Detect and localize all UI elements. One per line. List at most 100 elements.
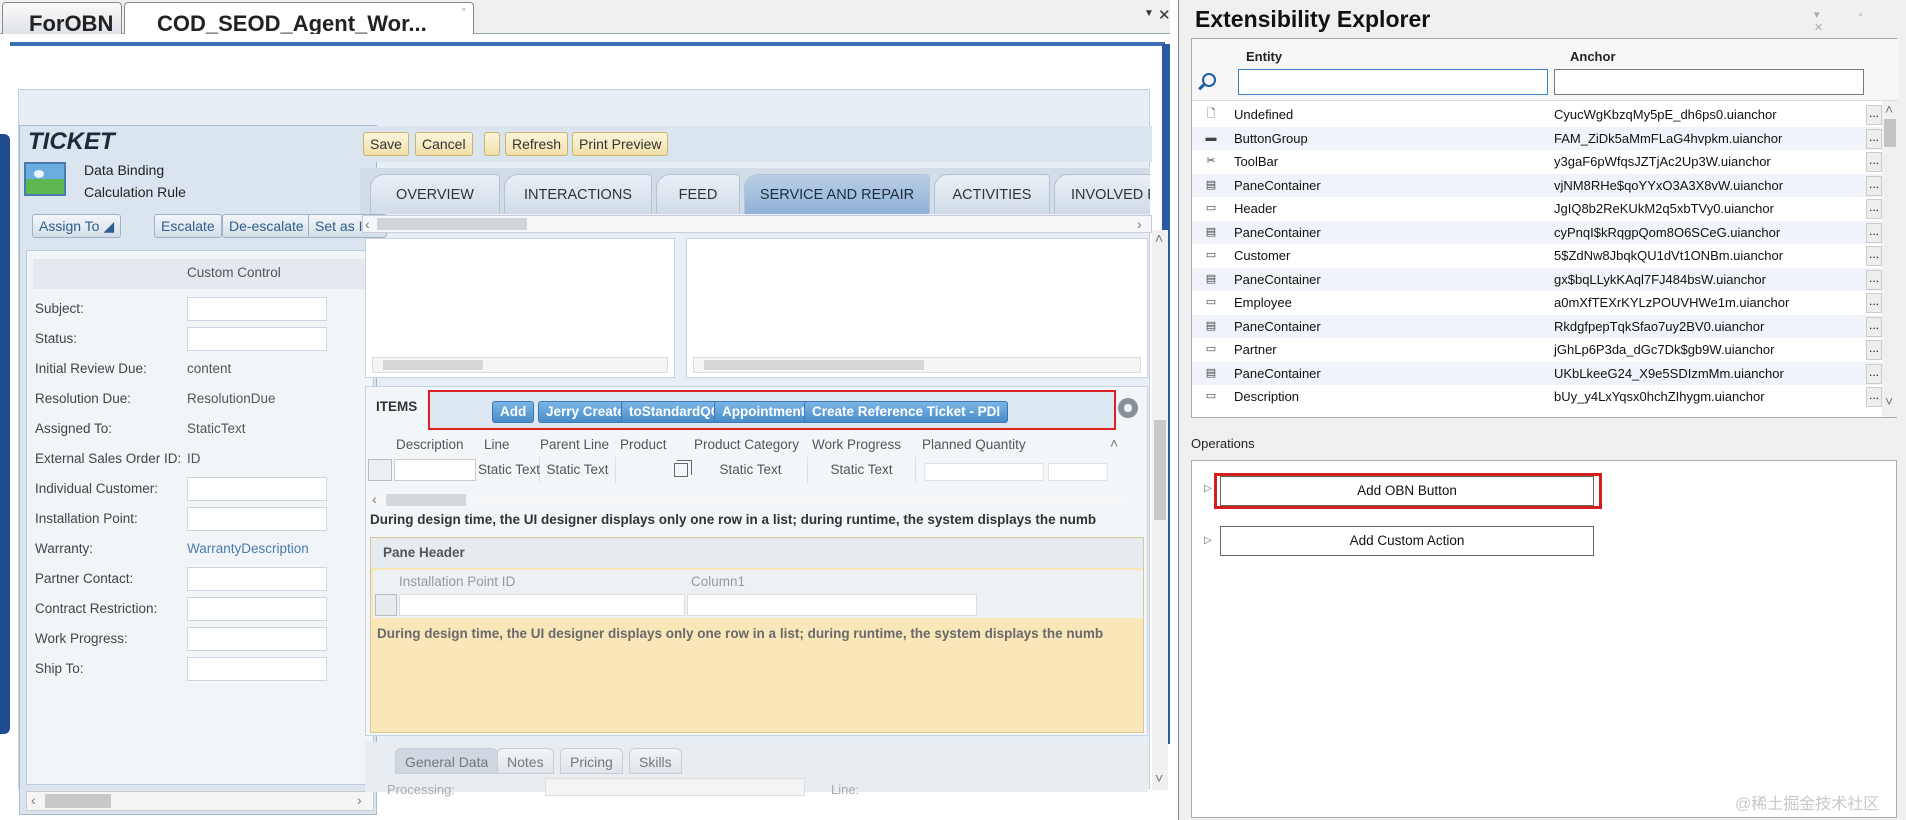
row-selector[interactable] — [368, 459, 392, 481]
to-standard-qc-button[interactable]: toStandardQC — [621, 401, 729, 423]
entity-row[interactable]: ▭ Employee a0mXfTEXrKYLzPOUVHWe1m.uianchor… — [1192, 291, 1882, 315]
tab-notes[interactable]: Notes — [497, 748, 554, 774]
scroll-down-icon[interactable]: ˅ — [1885, 393, 1893, 409]
scroll-thumb[interactable] — [383, 360, 483, 370]
entity-row[interactable]: ▤ PaneContainer RkdgfpepTqkSfao7uy2BV0.uia… — [1192, 314, 1882, 338]
entity-row[interactable]: ▤ PaneContainer UKbLkeeG24_X9e5SDIzmMm.uia… — [1192, 361, 1882, 385]
entity-row[interactable]: ▭ Partner jGhLp6P3da_dGc7Dk$gb9W.uianchor.… — [1192, 338, 1882, 362]
column-header-installation-point-id[interactable]: Installation Point ID — [399, 574, 515, 589]
planned-quantity-input[interactable] — [924, 463, 1044, 481]
facet-horizontal-scrollbar[interactable]: ‹ › — [362, 215, 1152, 233]
copy-icon[interactable] — [674, 460, 692, 477]
more-button[interactable]: ... — [1866, 363, 1882, 384]
entity-filter-input[interactable] — [1238, 69, 1548, 95]
column-header-product-category[interactable]: Product Category — [694, 437, 799, 452]
tab-cod-seod-agent[interactable]: COD_SEOD_Agent_Wor... — [124, 2, 474, 34]
more-button[interactable]: ... — [1866, 293, 1882, 313]
field-input[interactable] — [187, 327, 327, 351]
tab-general-data[interactable]: General Data — [395, 748, 499, 774]
add-obn-button[interactable]: Add OBN Button — [1220, 476, 1594, 506]
column-header-column1[interactable]: Column1 — [691, 574, 745, 589]
tab-close-icon[interactable]: ✕ — [1158, 6, 1171, 24]
horizontal-scrollbar[interactable]: ‹ › — [26, 791, 374, 811]
add-button[interactable]: Add — [492, 401, 535, 423]
scroll-thumb[interactable] — [1884, 119, 1896, 147]
tab-dropdown-icon[interactable]: ▼ — [1144, 8, 1154, 19]
gear-icon[interactable] — [1118, 398, 1138, 418]
cancel-button[interactable]: Cancel — [415, 132, 473, 156]
tab-pricing[interactable]: Pricing — [560, 748, 623, 774]
entity-row[interactable]: ▬ ButtonGroup FAM_ZiDk5aMmFLaG4hvpkm.uianc… — [1192, 126, 1882, 150]
field-input[interactable] — [187, 597, 327, 621]
field-input[interactable] — [187, 627, 327, 651]
tab-service-and-repair[interactable]: SERVICE AND REPAIR — [744, 174, 930, 214]
more-button[interactable]: ... — [1866, 316, 1882, 337]
scroll-up-icon[interactable]: ˄ — [1155, 230, 1163, 246]
field-input[interactable] — [187, 567, 327, 591]
field-input[interactable] — [187, 477, 327, 501]
save-button[interactable]: Save — [363, 132, 409, 156]
tab-involved-parties[interactable]: INVOLVED P — [1054, 174, 1150, 214]
field-input[interactable] — [187, 297, 327, 321]
processing-dropdown[interactable] — [545, 778, 805, 796]
entity-row[interactable]: ▤ PaneContainer vjNM8RHe$qoYYxO3A3X8vW.uia… — [1192, 173, 1882, 197]
scroll-right-icon[interactable]: › — [357, 792, 362, 808]
column-header-entity[interactable]: Entity — [1246, 49, 1282, 64]
more-button[interactable]: ... — [1866, 340, 1882, 360]
tab-activities[interactable]: ACTIVITIES — [934, 174, 1050, 214]
scroll-left-icon[interactable]: ‹ — [372, 491, 377, 507]
tab-skills[interactable]: Skills — [629, 748, 682, 774]
scroll-thumb[interactable] — [45, 794, 111, 808]
extra-column-input[interactable] — [1048, 463, 1108, 481]
column-header-parent-line[interactable]: Parent Line — [540, 437, 609, 452]
vertical-scrollbar[interactable]: ˄ ˅ — [1152, 230, 1168, 790]
scroll-left-icon[interactable]: ‹ — [31, 792, 36, 808]
entity-row[interactable]: 🗋 Undefined CyucWgKbzqMy5pE_dh6ps0.uiancho… — [1192, 103, 1882, 127]
entity-row[interactable]: ▤ PaneContainer gx$bqLLykKAql7FJ484bsW.uia… — [1192, 267, 1882, 291]
scroll-thumb[interactable] — [386, 494, 466, 506]
scroll-up-icon[interactable]: ˄ — [1885, 101, 1893, 117]
anchor-filter-input[interactable] — [1554, 69, 1864, 95]
pane-scrollbar[interactable] — [372, 357, 668, 373]
column-header-work-progress[interactable]: Work Progress — [812, 437, 901, 452]
scroll-left-icon[interactable]: ‹ — [365, 216, 370, 232]
more-button[interactable]: ... — [1866, 199, 1882, 219]
search-icon[interactable] — [1202, 73, 1216, 87]
expand-triangle-icon[interactable]: ▷ — [1204, 535, 1212, 546]
entity-row[interactable]: ▭ Header JgIQ8b2ReKUkM2q5xbTVy0.uianchor..… — [1192, 197, 1882, 221]
description-input[interactable] — [394, 459, 476, 481]
entity-row[interactable]: ▤ PaneContainer cyPnqI$kRqgpQom8O6SCeG.uia… — [1192, 220, 1882, 244]
scroll-thumb[interactable] — [377, 218, 527, 230]
scroll-thumb[interactable] — [1154, 420, 1166, 520]
more-button[interactable]: ... — [1866, 387, 1882, 407]
escalate-button[interactable]: Escalate — [154, 214, 222, 238]
installation-point-input[interactable] — [399, 594, 685, 616]
column-header-anchor[interactable]: Anchor — [1570, 49, 1616, 64]
field-input[interactable] — [187, 657, 327, 681]
scroll-right-icon[interactable]: › — [1137, 216, 1142, 232]
pin-icon[interactable]: ▫ — [462, 4, 465, 14]
pane-scrollbar[interactable] — [693, 357, 1141, 373]
more-button[interactable]: ... — [1866, 269, 1882, 290]
column1-input[interactable] — [687, 594, 977, 616]
tab-forobn[interactable]: ForOBN — [2, 2, 122, 34]
tab-feed[interactable]: FEED — [656, 174, 740, 214]
entity-vertical-scrollbar[interactable]: ˄ ˅ — [1882, 101, 1898, 417]
scroll-thumb[interactable] — [704, 360, 924, 370]
more-button[interactable]: ... — [1866, 105, 1882, 125]
entity-row[interactable]: ✂ ToolBar y3gaF6pWfqsJZTjAc2Up3W.uianchor.… — [1192, 150, 1882, 174]
appointment-button[interactable]: Appointment — [714, 401, 814, 423]
more-button[interactable]: ... — [1866, 152, 1882, 172]
more-button[interactable]: ... — [1866, 175, 1882, 196]
refresh-button[interactable]: Refresh — [505, 132, 569, 156]
scroll-up-icon[interactable]: ˄ — [1110, 435, 1118, 451]
tab-interactions[interactable]: INTERACTIONS — [504, 174, 652, 214]
field-input[interactable] — [187, 507, 327, 531]
column-header-line[interactable]: Line — [484, 437, 510, 452]
window-controls[interactable]: ▾ ▫ ✕ — [1814, 8, 1906, 34]
empty-button[interactable] — [484, 132, 500, 156]
de-escalate-button[interactable]: De-escalate — [222, 214, 311, 238]
jerry-create-button[interactable]: Jerry Create — [538, 401, 633, 423]
assign-to-button[interactable]: Assign To ◢ — [32, 214, 122, 238]
more-button[interactable]: ... — [1866, 222, 1882, 243]
